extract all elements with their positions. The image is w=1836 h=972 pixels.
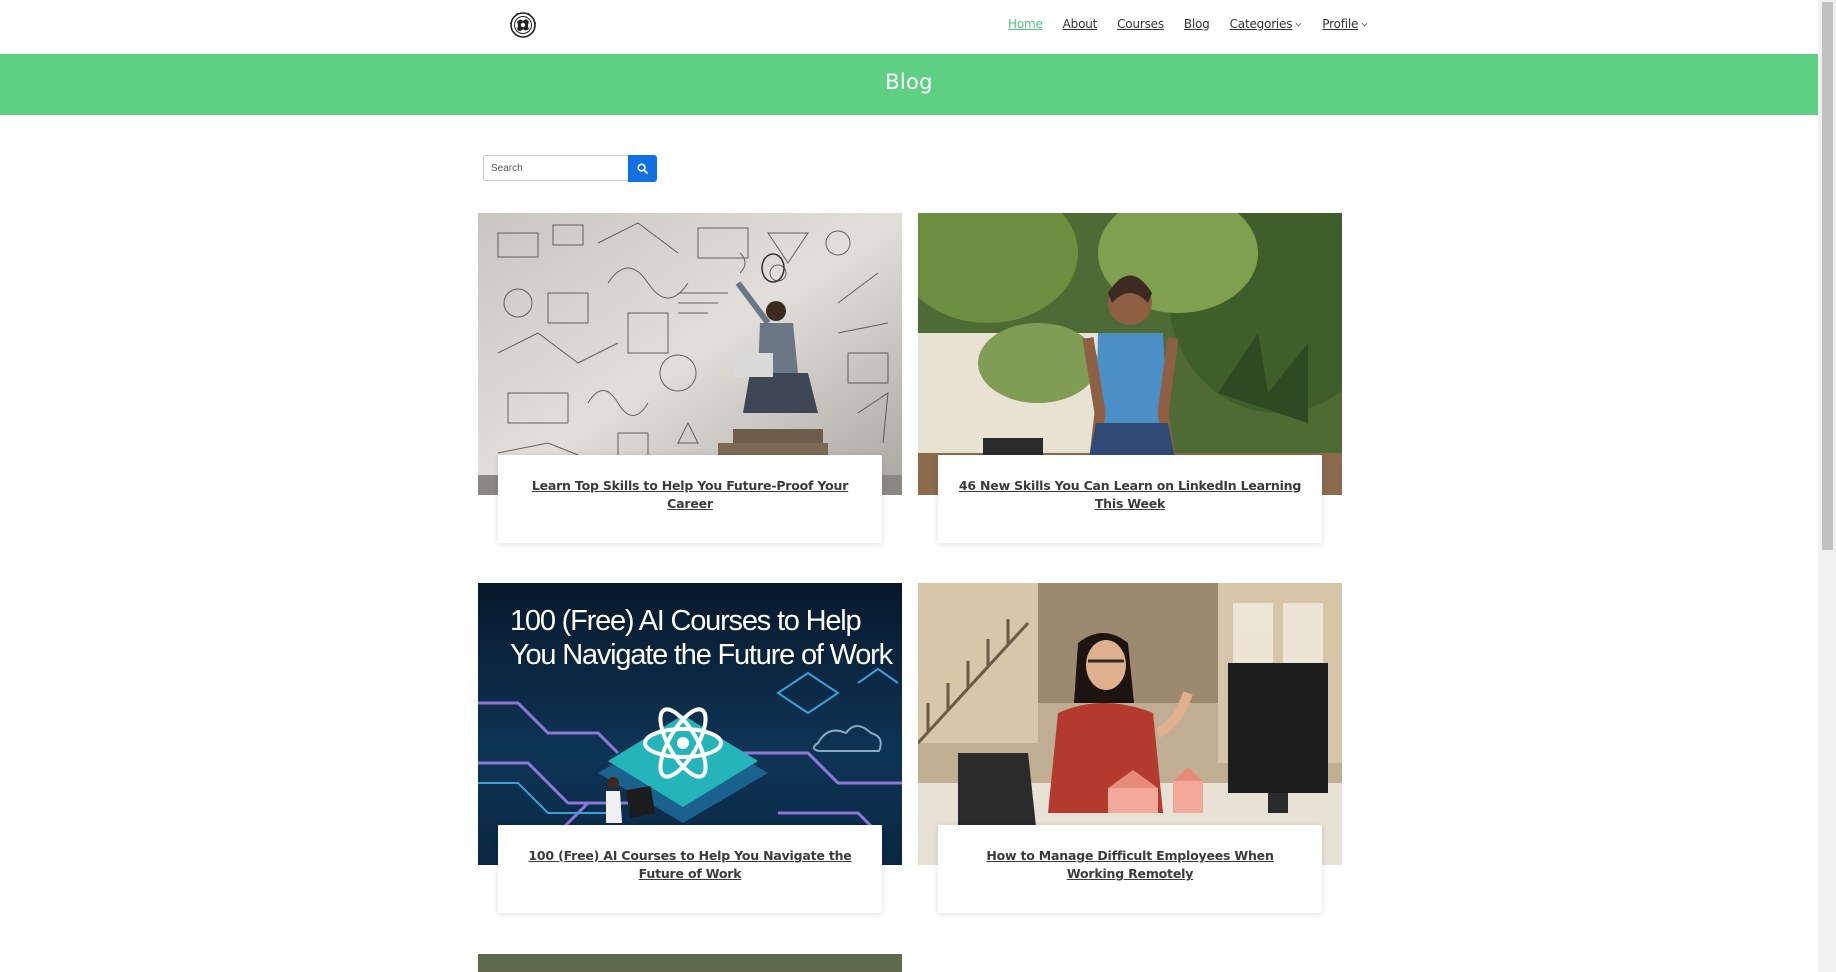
nav-courses-label: Courses bbox=[1117, 17, 1164, 31]
nav-about-label: About bbox=[1062, 17, 1098, 31]
blog-card-caption: How to Manage Difficult Employees When W… bbox=[938, 825, 1322, 913]
blog-post-link[interactable]: How to Manage Difficult Employees When W… bbox=[986, 848, 1274, 881]
search-icon bbox=[637, 163, 648, 174]
top-navbar: Home About Courses Blog Categories Profi… bbox=[0, 0, 1818, 54]
blog-card-caption: 46 New Skills You Can Learn on LinkedIn … bbox=[938, 455, 1322, 543]
nav-home-label: Home bbox=[1008, 17, 1043, 31]
nav-profile[interactable]: Profile bbox=[1322, 17, 1368, 31]
nav-blog-label: Blog bbox=[1183, 17, 1210, 31]
nav-profile-label: Profile bbox=[1322, 17, 1359, 31]
site-logo-icon[interactable] bbox=[508, 10, 538, 40]
nav-blog[interactable]: Blog bbox=[1184, 17, 1210, 31]
scrollbar-thumb[interactable] bbox=[1822, 2, 1833, 550]
search-button[interactable] bbox=[628, 155, 657, 182]
woman-at-desk-image[interactable] bbox=[918, 583, 1342, 865]
nav-courses[interactable]: Courses bbox=[1117, 17, 1164, 31]
search-input[interactable] bbox=[483, 155, 628, 181]
page-scrollbar[interactable] bbox=[1818, 0, 1836, 972]
nav-about[interactable]: About bbox=[1062, 17, 1098, 31]
blog-card-caption: 100 (Free) AI Courses to Help You Naviga… bbox=[498, 825, 882, 913]
page-banner: Blog bbox=[0, 54, 1818, 115]
person-with-laptop-on-books-image[interactable] bbox=[478, 213, 902, 495]
ai-image-text-line-2: You Navigate the Future of Work bbox=[510, 639, 894, 671]
ai-courses-graphic-image[interactable]: 100 (Free) AI Courses to Help You Naviga… bbox=[478, 583, 902, 865]
nav-categories-label: Categories bbox=[1229, 17, 1293, 31]
chevron-down-icon bbox=[1295, 22, 1302, 26]
blog-card-caption: Learn Top Skills to Help You Future-Proo… bbox=[498, 455, 882, 543]
page-title: Blog bbox=[885, 69, 933, 94]
chevron-down-icon bbox=[1361, 22, 1368, 26]
woman-in-garden-image[interactable] bbox=[918, 213, 1342, 495]
search-bar bbox=[483, 155, 657, 182]
blog-card-image-partial[interactable] bbox=[478, 954, 902, 972]
nav-categories[interactable]: Categories bbox=[1230, 17, 1303, 31]
nav-home[interactable]: Home bbox=[1008, 17, 1043, 31]
main-nav: Home About Courses Blog Categories Profi… bbox=[1008, 17, 1388, 31]
blog-post-link[interactable]: 46 New Skills You Can Learn on LinkedIn … bbox=[959, 478, 1301, 511]
ai-image-text-line-1: 100 (Free) AI Courses to Help bbox=[510, 605, 860, 637]
blog-post-link[interactable]: 100 (Free) AI Courses to Help You Naviga… bbox=[528, 848, 851, 881]
blog-post-link[interactable]: Learn Top Skills to Help You Future-Proo… bbox=[532, 478, 849, 511]
